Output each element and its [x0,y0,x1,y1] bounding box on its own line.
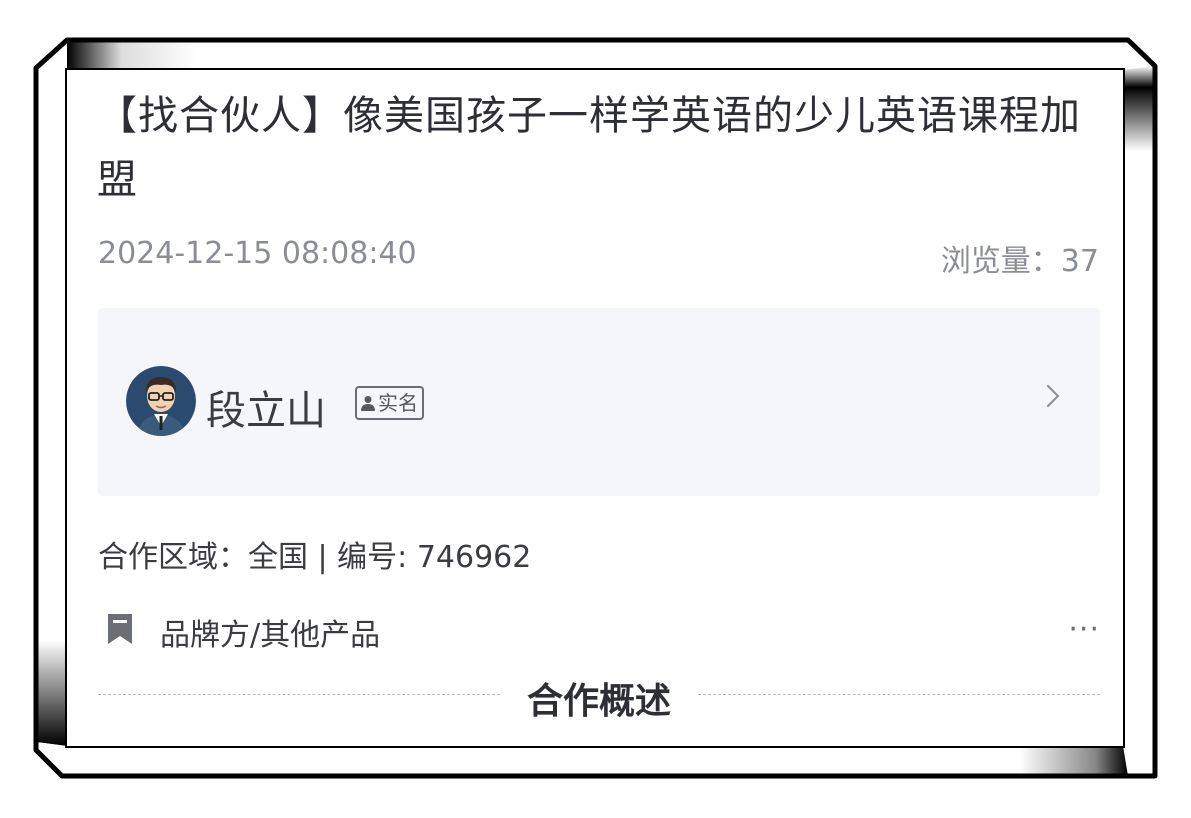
author-name: 段立山 [206,388,326,434]
divider-line-right [698,694,1100,695]
post-title: 【找合伙人】像美国孩子一样学英语的少儿英语课程加盟 [97,93,1081,203]
category-label: 品牌方/其他产品 [160,618,381,653]
section-header: 合作概述 [98,666,1100,726]
section-title: 合作概述 [526,681,671,722]
more-dots-icon[interactable]: ··· [1068,612,1100,647]
chevron-right-icon[interactable] [1036,384,1060,408]
cooperation-info: 合作区域：全国 | 编号: 746962 [98,540,532,575]
post-detail-card: 【找合伙人】像美国孩子一样学英语的少儿英语课程加盟 2024-12-15 08:… [67,70,1123,746]
category-row: 品牌方/其他产品 ··· [98,610,1100,653]
avatar[interactable] [126,366,196,436]
view-count: 浏览量：37 [940,244,1099,279]
bookmark-icon [108,614,132,644]
verified-badge: 实名 [355,386,424,420]
author-card[interactable]: 段立山 实名 [98,308,1100,496]
person-icon [361,396,375,411]
verified-badge-label: 实名 [378,391,418,415]
post-date: 2024-12-15 08:08:40 [98,236,417,271]
